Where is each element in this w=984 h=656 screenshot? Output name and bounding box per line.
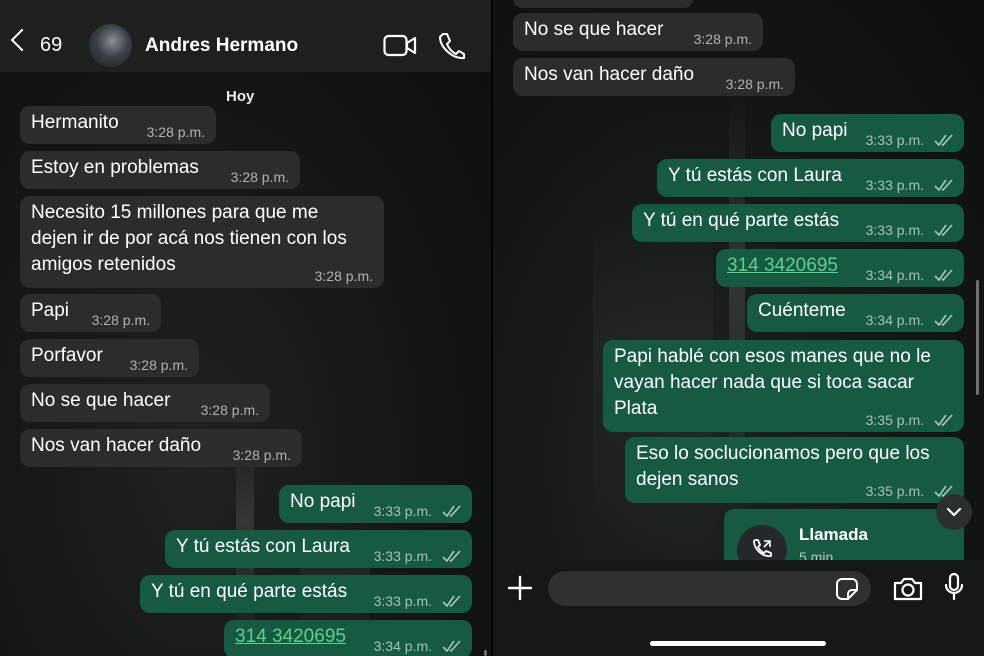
- message-incoming[interactable]: No se que hacer 3:28 p.m.: [513, 13, 763, 51]
- message-incoming[interactable]: Estoy en problemas 3:28 p.m.: [20, 151, 300, 189]
- screenshot-collage: 69 Andres Hermano Hoy Hermanito 3:28 p.m…: [0, 0, 984, 656]
- double-check-icon: [442, 550, 461, 563]
- message-text: Porfavor: [31, 345, 103, 366]
- phone-number-link[interactable]: 314 3420695: [235, 626, 346, 647]
- message-time: 3:34 p.m.: [865, 312, 924, 328]
- double-check-icon: [442, 640, 461, 653]
- message-text: Papi hablé con esos manes que no le vaya…: [614, 346, 931, 419]
- message-time: 3:28 p.m.: [230, 169, 289, 185]
- message-incoming[interactable]: Hermanito 3:28 p.m.: [20, 106, 216, 144]
- message-time: 3:28 p.m.: [146, 124, 205, 140]
- message-incoming[interactable]: Necesito 15 millones para que me dejen i…: [20, 196, 384, 288]
- phone-icon[interactable]: [437, 31, 465, 61]
- microphone-icon[interactable]: [943, 572, 965, 602]
- message-text: Nos van hacer daño: [31, 435, 202, 456]
- double-check-icon: [934, 134, 953, 147]
- chat-header: 69 Andres Hermano: [0, 0, 491, 72]
- date-separator: Hoy: [226, 88, 255, 105]
- message-text: Y tú en qué parte estás: [643, 210, 840, 231]
- message-time: 3:35 p.m.: [865, 483, 924, 499]
- scrollbar[interactable]: [484, 650, 487, 656]
- message-text: Y tú estás con Laura: [668, 165, 842, 186]
- message-incoming[interactable]: Papi 3:28 p.m.: [20, 294, 161, 332]
- message-outgoing[interactable]: Y tú estás con Laura 3:33 p.m.: [165, 530, 472, 568]
- message-outgoing[interactable]: Y tú en qué parte estás 3:33 p.m.: [140, 575, 472, 613]
- message-input[interactable]: [548, 571, 871, 606]
- message-time: 3:28 p.m.: [91, 312, 150, 328]
- message-text: No se que hacer: [31, 390, 171, 411]
- message-time: 3:33 p.m.: [865, 177, 924, 193]
- message-text: Papi: [31, 300, 70, 321]
- message-outgoing[interactable]: Cuénteme 3:34 p.m.: [747, 294, 964, 332]
- message-incoming[interactable]: Nos van hacer daño 3:28 p.m.: [20, 429, 302, 467]
- avatar[interactable]: [89, 24, 132, 67]
- message-text: No papi: [290, 491, 356, 512]
- message-incoming[interactable]: No se que hacer 3:28 p.m.: [20, 384, 270, 422]
- scrollbar[interactable]: [976, 280, 979, 395]
- message-outgoing[interactable]: Y tú en qué parte estás 3:33 p.m.: [632, 204, 964, 242]
- message-outgoing[interactable]: 314 3420695 3:34 p.m.: [716, 249, 964, 287]
- message-text: Nos van hacer daño: [524, 64, 695, 85]
- message-time: 3:28 p.m.: [725, 76, 784, 92]
- message-time: 3:28 p.m.: [232, 447, 291, 463]
- message-time: 3:33 p.m.: [373, 593, 432, 609]
- message-time: 3:28 p.m.: [693, 31, 752, 47]
- message-text: No se que hacer: [524, 19, 664, 40]
- double-check-icon: [442, 505, 461, 518]
- home-indicator[interactable]: [650, 641, 826, 646]
- message-time: 3:33 p.m.: [865, 132, 924, 148]
- message-time: 3:34 p.m.: [865, 267, 924, 283]
- message-outgoing[interactable]: Eso lo soclucionamos pero que los dejen …: [625, 437, 964, 503]
- message-outgoing[interactable]: 314 3420695 3:34 p.m.: [224, 620, 472, 656]
- camera-icon[interactable]: [892, 576, 924, 602]
- message-time: 3:28 p.m.: [314, 268, 373, 284]
- contact-name[interactable]: Andres Hermano: [145, 35, 298, 57]
- message-text: Estoy en problemas: [31, 157, 199, 178]
- video-call-icon[interactable]: [383, 33, 417, 59]
- call-icon: [753, 539, 772, 557]
- chat-screen-left: 69 Andres Hermano Hoy Hermanito 3:28 p.m…: [0, 0, 491, 656]
- sticker-icon[interactable]: [835, 577, 859, 601]
- message-incoming[interactable]: Nos van hacer daño 3:28 p.m.: [513, 58, 795, 96]
- message-text: No papi: [782, 120, 848, 141]
- double-check-icon: [934, 224, 953, 237]
- double-check-icon: [934, 179, 953, 192]
- message-outgoing[interactable]: Papi hablé con esos manes que no le vaya…: [603, 340, 964, 432]
- message-outgoing[interactable]: No papi 3:33 p.m.: [279, 485, 472, 523]
- chat-screen-right: No se que hacer 3:28 p.m. Nos van hacer …: [493, 0, 984, 656]
- plus-icon[interactable]: [507, 575, 533, 601]
- message-time: 3:34 p.m.: [373, 638, 432, 654]
- double-check-icon: [934, 269, 953, 282]
- message-incoming[interactable]: [513, 0, 693, 8]
- message-text: Necesito 15 millones para que me dejen i…: [31, 202, 347, 275]
- message-text: Cuénteme: [758, 300, 846, 321]
- chevron-down-icon: [946, 507, 962, 517]
- message-time: 3:28 p.m.: [200, 402, 259, 418]
- input-bar: [493, 560, 984, 656]
- double-check-icon: [934, 414, 953, 427]
- double-check-icon: [442, 595, 461, 608]
- message-text: Y tú en qué parte estás: [151, 581, 348, 602]
- message-time: 3:33 p.m.: [373, 548, 432, 564]
- message-text: Hermanito: [31, 112, 119, 133]
- unread-count[interactable]: 69: [40, 34, 62, 57]
- message-time: 3:33 p.m.: [373, 503, 432, 519]
- message-text: Y tú estás con Laura: [176, 536, 350, 557]
- message-outgoing[interactable]: Y tú estás con Laura 3:33 p.m.: [657, 159, 964, 197]
- scroll-to-bottom-button[interactable]: [936, 494, 972, 530]
- message-time: 3:35 p.m.: [865, 412, 924, 428]
- phone-number-link[interactable]: 314 3420695: [727, 255, 838, 276]
- message-time: 3:28 p.m.: [129, 357, 188, 373]
- call-title: Llamada: [799, 525, 868, 544]
- message-time: 3:33 p.m.: [865, 222, 924, 238]
- message-incoming[interactable]: Porfavor 3:28 p.m.: [20, 339, 199, 377]
- chevron-left-icon[interactable]: [10, 28, 34, 52]
- double-check-icon: [934, 314, 953, 327]
- message-outgoing[interactable]: No papi 3:33 p.m.: [771, 114, 964, 152]
